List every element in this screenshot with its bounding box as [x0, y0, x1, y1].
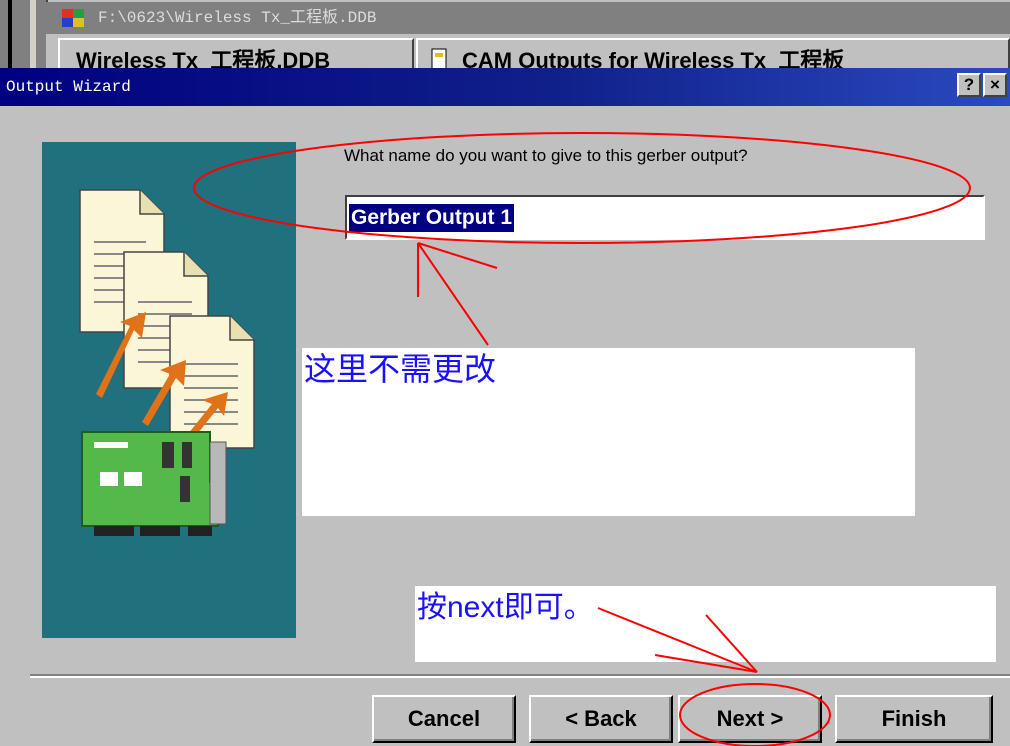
button-separator [30, 674, 1010, 678]
tab-ddb-label: Wireless Tx_工程板.DDB [76, 48, 331, 70]
background-tab-bar: Wireless Tx_工程板.DDB CAM Outputs for Wire… [46, 34, 1010, 70]
tab-ddb[interactable]: Wireless Tx_工程板.DDB [58, 38, 414, 70]
help-button[interactable]: ? [957, 73, 981, 97]
output-wizard-dialog: Output Wizard ? × What name do you want … [0, 68, 1010, 746]
close-icon: × [990, 75, 1000, 94]
annotation-note-1: 这里不需更改 [304, 351, 497, 387]
background-window-title: F:\0623\Wireless Tx_工程板.DDB [98, 9, 377, 27]
wizard-illustration-panel [42, 142, 296, 638]
finish-button-label: Finish [881, 706, 947, 731]
back-button[interactable]: < Back [529, 695, 673, 743]
pcb-documents-illustration [79, 189, 255, 536]
next-button-label: Next > [716, 706, 784, 731]
background-window-titlebar: F:\0623\Wireless Tx_工程板.DDB [46, 2, 1010, 34]
annotation-box-2: 按next即可。 [415, 586, 996, 662]
back-button-label: < Back [565, 706, 637, 731]
document-icon [431, 48, 447, 70]
background-window-frame [0, 0, 48, 68]
next-button[interactable]: Next > [678, 695, 822, 743]
tab-cam-outputs[interactable]: CAM Outputs for Wireless Tx_工程板 [416, 38, 1010, 70]
gerber-output-name-input[interactable]: Gerber Output 1 [345, 195, 985, 240]
cancel-button-label: Cancel [407, 706, 481, 731]
annotation-note-2: 按next即可。 [417, 591, 594, 624]
help-icon: ? [963, 75, 975, 94]
cancel-button[interactable]: Cancel [372, 695, 516, 743]
finish-button[interactable]: Finish [835, 695, 993, 743]
dialog-title: Output Wizard [6, 78, 131, 96]
prompt-label: What name do you want to give to this ge… [344, 146, 748, 165]
close-button[interactable]: × [983, 73, 1007, 97]
app-icon [62, 9, 84, 27]
name-input-value: Gerber Output 1 [349, 204, 515, 232]
tab-cam-outputs-label: CAM Outputs for Wireless Tx_工程板 [462, 48, 845, 70]
annotation-box-1: 这里不需更改 [302, 348, 915, 516]
dialog-titlebar: Output Wizard ? × [0, 68, 1010, 106]
